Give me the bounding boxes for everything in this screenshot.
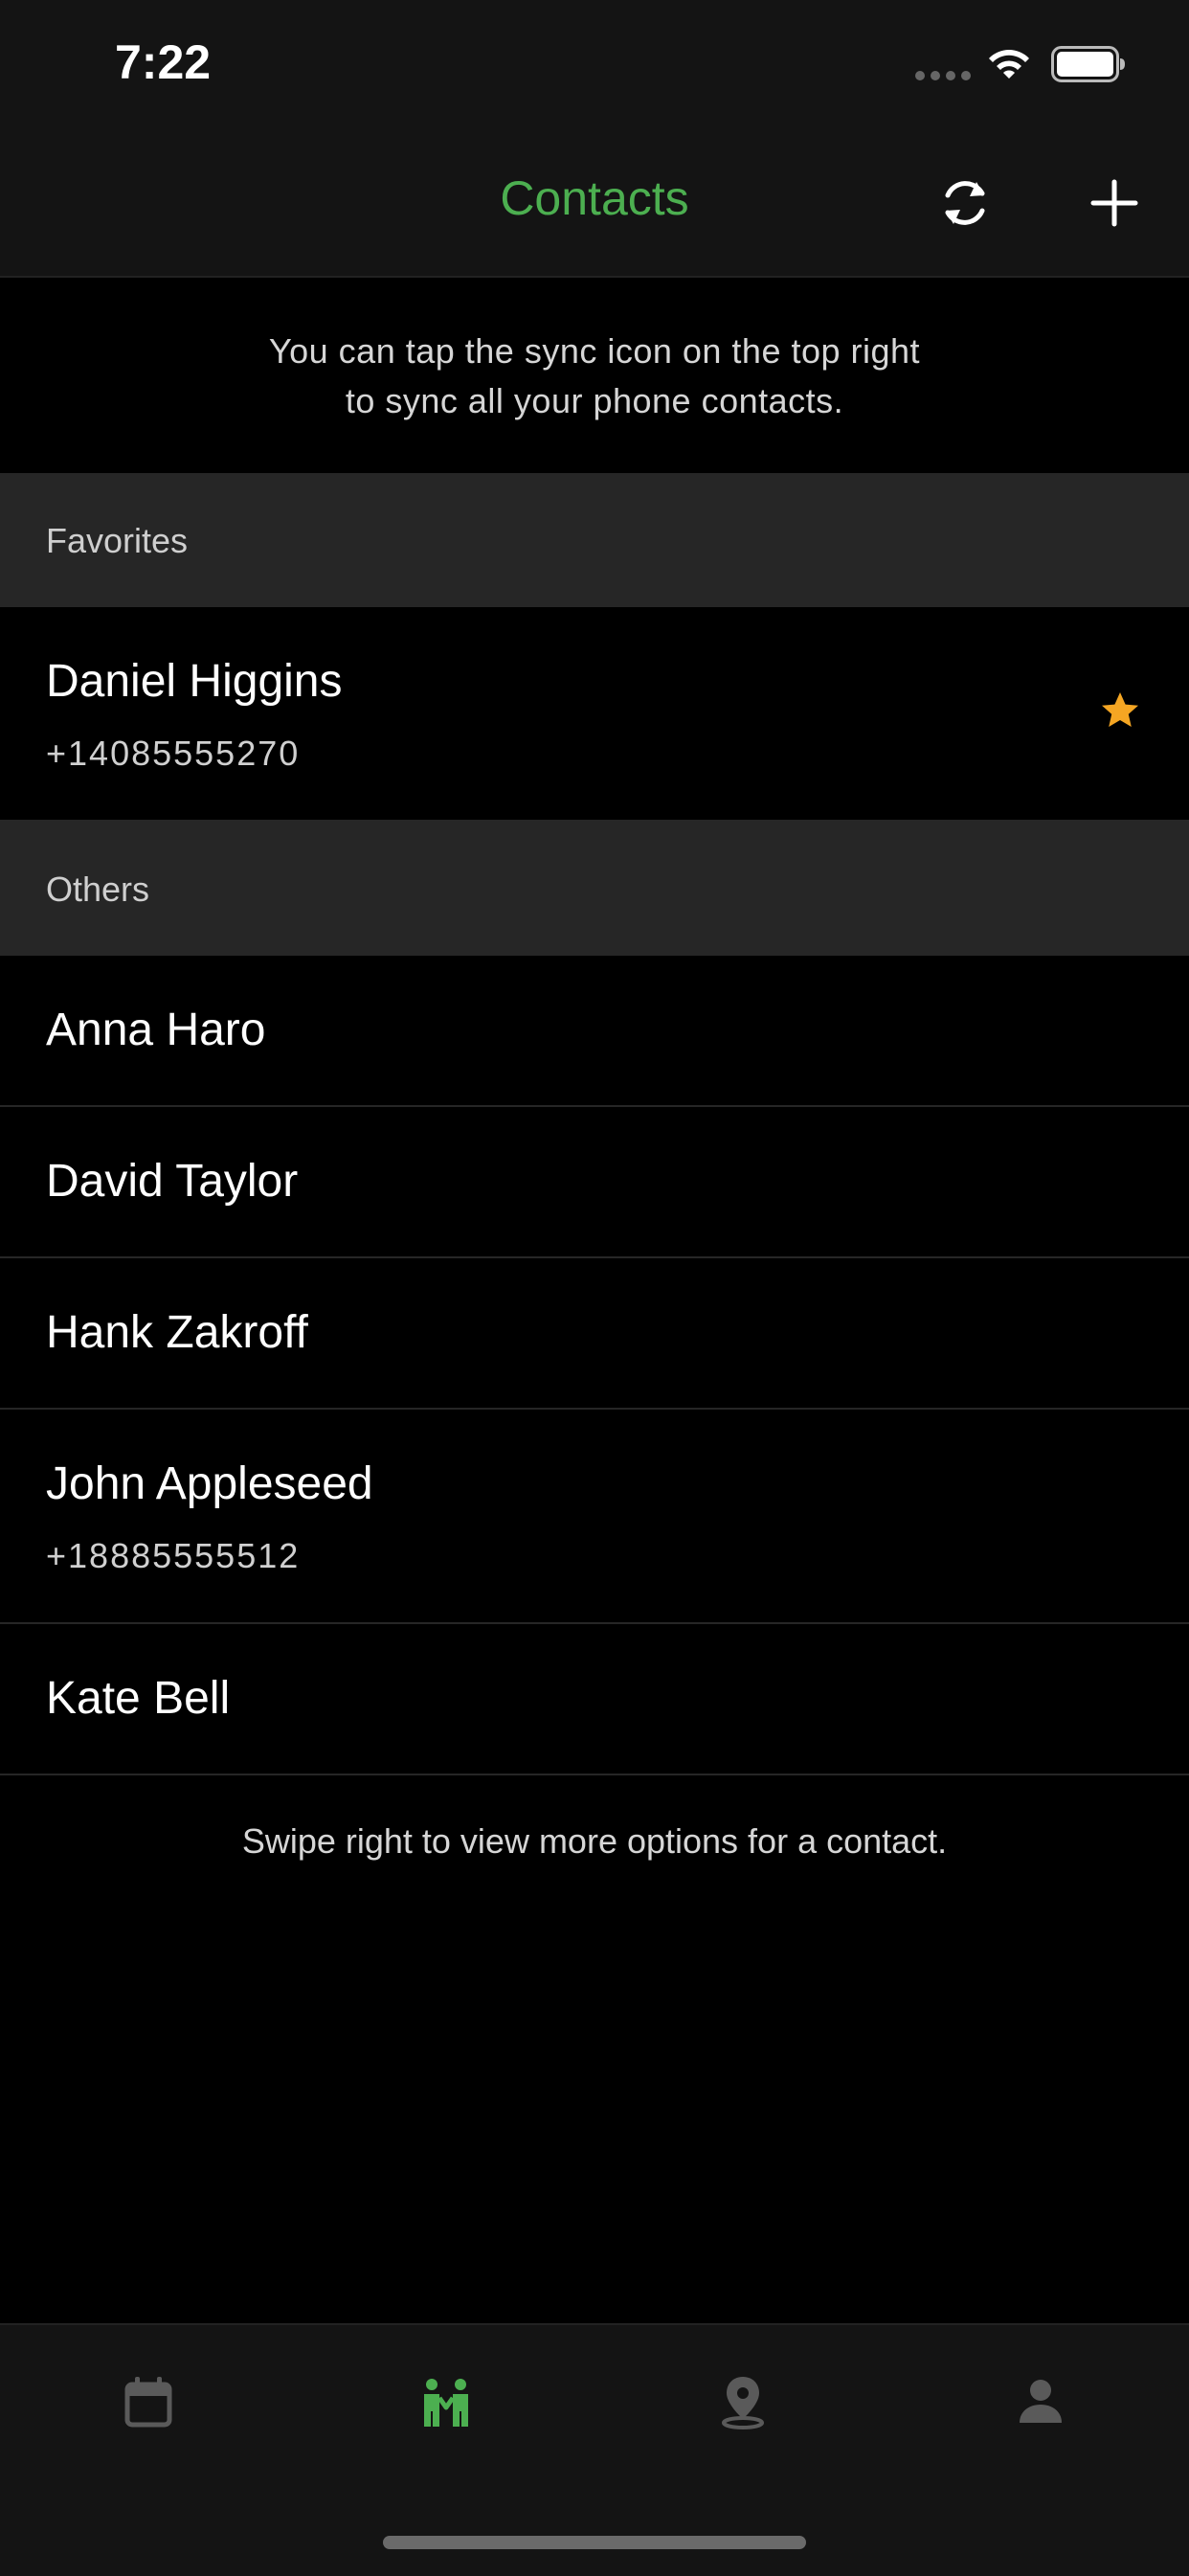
star-icon[interactable] [1099, 689, 1141, 732]
sync-button[interactable] [931, 169, 999, 237]
add-contact-button[interactable] [1080, 169, 1149, 237]
sync-hint-line-2: to sync all your phone contacts. [345, 381, 844, 420]
contact-row-david-taylor[interactable]: David Taylor [0, 1107, 1189, 1258]
wifi-icon [989, 50, 1029, 79]
battery-icon [1051, 46, 1125, 82]
section-header-favorites: Favorites [0, 473, 1189, 607]
contact-phone: +18885555512 [46, 1536, 301, 1575]
person-icon [1020, 2380, 1062, 2423]
section-label: Others [46, 870, 150, 909]
contact-name: David Taylor [46, 1156, 299, 1207]
contact-row-daniel-higgins[interactable]: Daniel Higgins +14085555270 [0, 607, 1189, 822]
contact-row-anna-haro[interactable]: Anna Haro [0, 956, 1189, 1107]
nav-bar: Contacts [0, 134, 1189, 278]
contact-name: Daniel Higgins [46, 656, 343, 707]
sync-hint: You can tap the sync icon on the top rig… [0, 278, 1189, 473]
swipe-hint: Swipe right to view more options for a c… [241, 1821, 948, 1861]
section-label: Favorites [46, 521, 189, 560]
signal-icon [915, 71, 971, 80]
plus-icon [1090, 179, 1138, 227]
contact-row-kate-bell[interactable]: Kate Bell [0, 1624, 1189, 1775]
contact-name: Kate Bell [46, 1673, 231, 1724]
contact-row-hank-zakroff[interactable]: Hank Zakroff [0, 1258, 1189, 1410]
contact-row-john-appleseed[interactable]: John Appleseed +18885555512 [0, 1410, 1189, 1624]
sync-hint-line-1: You can tap the sync icon on the top rig… [268, 331, 921, 371]
contact-phone: +14085555270 [46, 734, 301, 773]
tab-profile[interactable] [1012, 2373, 1069, 2430]
page-title: Contacts [500, 171, 689, 225]
sync-icon [945, 181, 985, 225]
contact-name: John Appleseed [46, 1458, 373, 1509]
section-header-others: Others [0, 822, 1189, 956]
contact-name: Hank Zakroff [46, 1307, 308, 1358]
status-time: 7:22 [115, 35, 212, 89]
tab-calendar[interactable] [120, 2373, 177, 2430]
tab-contacts[interactable] [417, 2373, 475, 2430]
location-pin-icon [722, 2377, 764, 2429]
status-bar: 7:22 [0, 0, 1189, 134]
contact-name: Anna Haro [46, 1005, 266, 1055]
tab-location[interactable] [714, 2373, 772, 2430]
calendar-icon [124, 2377, 172, 2428]
people-icon [424, 2379, 468, 2427]
home-indicator[interactable] [383, 2536, 806, 2549]
